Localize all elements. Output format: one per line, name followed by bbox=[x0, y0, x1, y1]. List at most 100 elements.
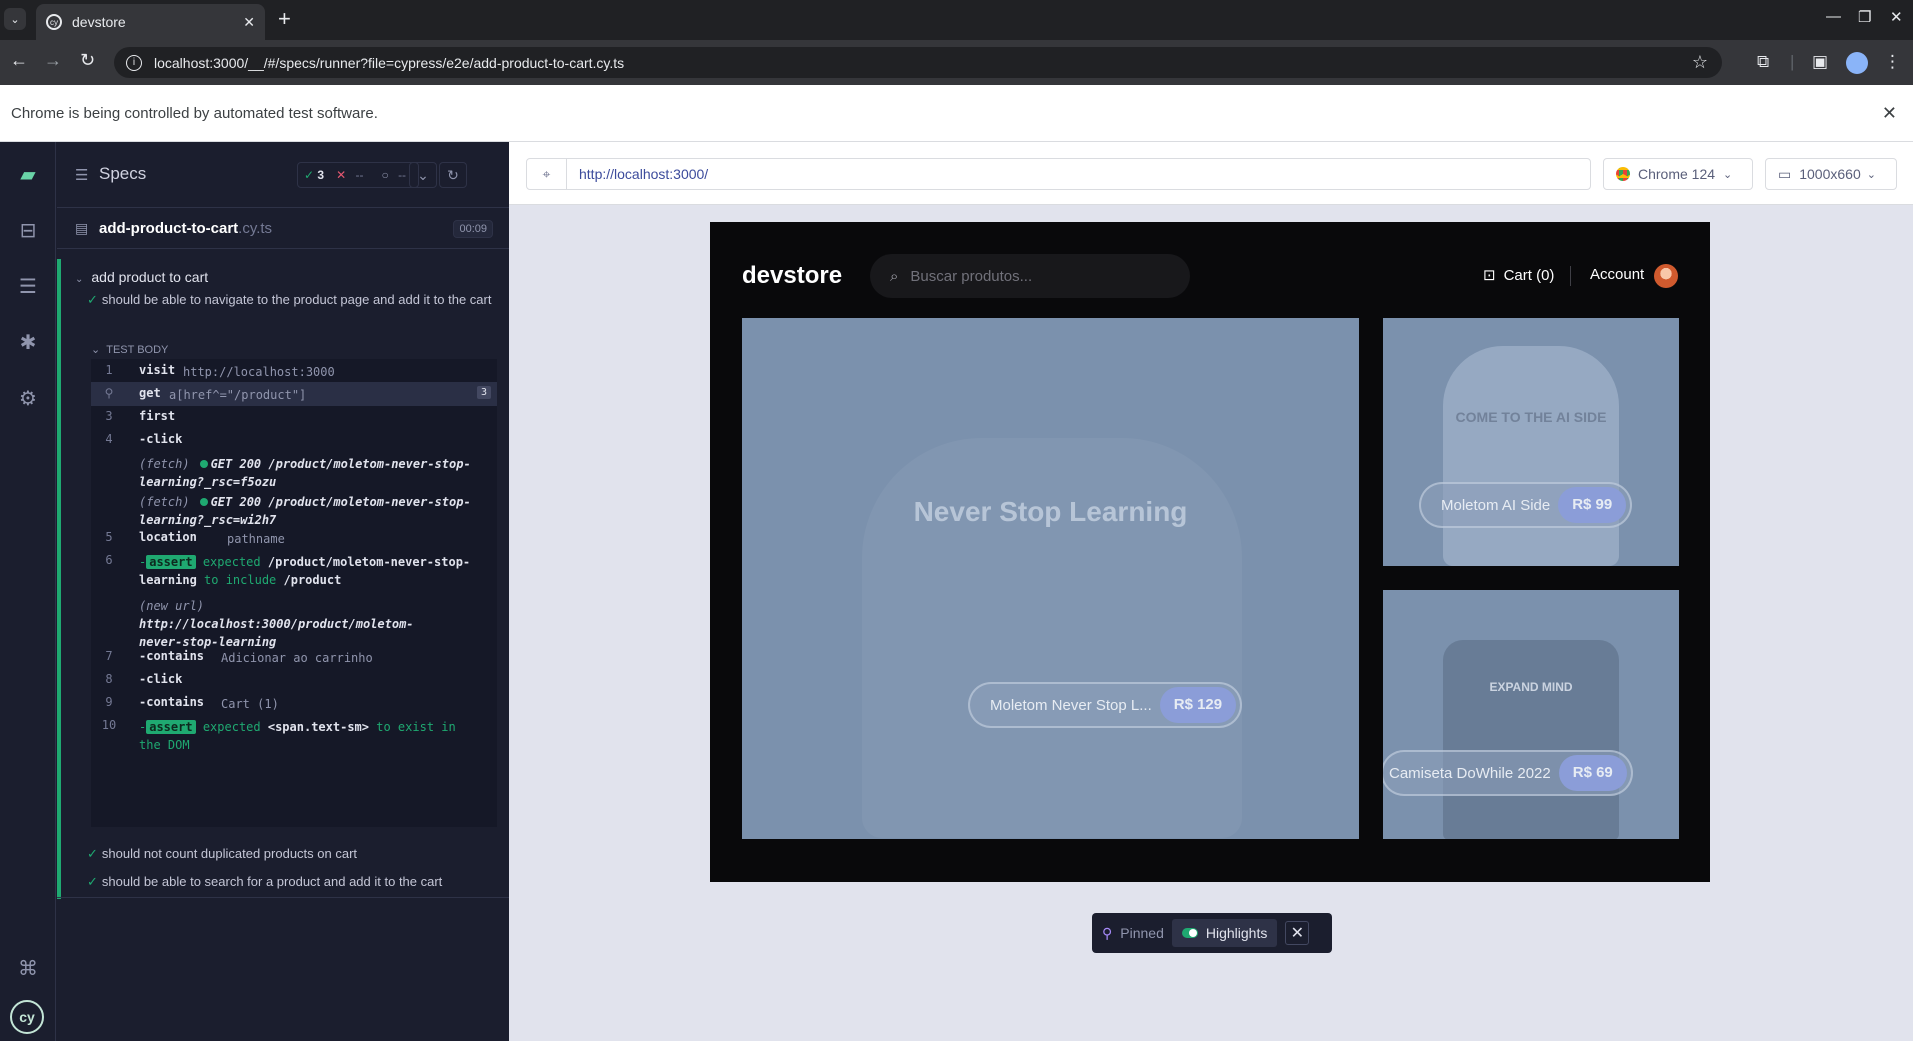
cart-widget[interactable]: ⊡ Cart (0) bbox=[1483, 266, 1554, 284]
product-card-featured[interactable]: Never Stop Learning Moletom Never Stop L… bbox=[742, 318, 1359, 839]
viewport-size: 1000x660 bbox=[1799, 166, 1861, 182]
assert-row[interactable]: 10 - assert expected <span.text-sm> to ex… bbox=[91, 718, 497, 754]
forward-icon[interactable]: → bbox=[44, 50, 62, 71]
command-row[interactable]: 7 -contains Adicionar ao carrinho bbox=[91, 649, 497, 669]
assert-tag: assert bbox=[146, 720, 196, 734]
command-number: 1 bbox=[105, 363, 113, 377]
project-icon[interactable]: ▰ bbox=[16, 162, 40, 186]
status-dot-icon bbox=[199, 498, 208, 506]
command-message: pathname bbox=[227, 532, 285, 546]
test-body-label[interactable]: ⌄ TEST BODY bbox=[91, 343, 168, 356]
extensions-icon[interactable]: ⧉ bbox=[1757, 52, 1769, 72]
failed-stat: ✕ -- bbox=[336, 168, 364, 182]
product-print-text: COME TO THE AI SIDE bbox=[1455, 409, 1607, 425]
selector-playground-icon[interactable]: ⌖ bbox=[527, 159, 567, 189]
assert-message: - assert expected /product/moletom-never-… bbox=[139, 555, 471, 587]
command-row[interactable]: 4 -click bbox=[91, 432, 497, 452]
cypress-logo-icon[interactable]: cy bbox=[10, 1000, 44, 1034]
search-placeholder: Buscar produtos... bbox=[910, 267, 1033, 285]
specs-list-icon[interactable]: ☰ bbox=[75, 166, 88, 184]
command-row[interactable]: 1 visit http://localhost:3000 bbox=[91, 363, 497, 383]
unpin-close-icon[interactable]: ✕ bbox=[1285, 921, 1310, 945]
product-card[interactable]: COME TO THE AI SIDE Moletom AI Side R$ 9… bbox=[1383, 318, 1679, 566]
profile-avatar[interactable] bbox=[1846, 52, 1868, 74]
side-panel-icon[interactable]: ▣ bbox=[1812, 52, 1828, 72]
command-row[interactable]: 9 -contains Cart (1) bbox=[91, 695, 497, 715]
bag-icon: ⊡ bbox=[1483, 267, 1496, 284]
cypress-favicon-icon: cy bbox=[46, 14, 62, 30]
tab-title: devstore bbox=[72, 14, 126, 30]
avatar[interactable] bbox=[1654, 264, 1678, 288]
runs-nav-icon[interactable]: ☰ bbox=[16, 274, 40, 298]
browser-name: Chrome 124 bbox=[1638, 166, 1716, 182]
specs-nav-icon[interactable]: ⊟ bbox=[16, 218, 40, 242]
price-tag: Camiseta DoWhile 2022 R$ 69 bbox=[1383, 750, 1633, 796]
assert-message: - assert expected <span.text-sm> to exist… bbox=[139, 720, 456, 752]
test-title[interactable]: ✓ should be able to navigate to the produ… bbox=[87, 291, 497, 309]
command-message: http://localhost:3000 bbox=[183, 365, 335, 379]
account-link[interactable]: Account bbox=[1590, 266, 1644, 283]
chrome-menu-icon[interactable]: ⋮ bbox=[1884, 52, 1901, 72]
pinned-snapshot-bar: ⚲ Pinned Highlights ✕ bbox=[1092, 913, 1332, 953]
suite-title[interactable]: ⌄ add product to cart bbox=[75, 269, 208, 285]
aut-url[interactable]: http://localhost:3000/ bbox=[567, 166, 708, 182]
command-number: 7 bbox=[105, 649, 113, 663]
cypress-sidebar: ▰ ⊟ ☰ ✱ ⚙ ⌘ cy bbox=[0, 142, 56, 1041]
highlights-toggle[interactable]: Highlights bbox=[1171, 919, 1278, 947]
store-header: devstore ⌕ Buscar produtos... ⊡ Cart (0) … bbox=[710, 222, 1710, 318]
command-name: visit bbox=[139, 363, 176, 377]
browser-selector[interactable]: Chrome 124 ⌄ bbox=[1603, 158, 1753, 190]
pass-check-icon: ✓ bbox=[87, 292, 98, 307]
store-logo[interactable]: devstore bbox=[742, 262, 842, 290]
pass-check-icon: ✓ bbox=[87, 846, 98, 861]
fetch-log-row[interactable]: (fetch) GET 200 /product/moletom-never-st… bbox=[91, 493, 497, 529]
command-message: a[href^="/product"] bbox=[169, 388, 307, 402]
spec-file-row: ▤ add-product-to-cart.cy.ts 00:09 bbox=[57, 207, 509, 249]
command-row[interactable]: 3 first bbox=[91, 409, 497, 429]
new-tab-button[interactable]: + bbox=[278, 6, 291, 32]
test-title[interactable]: ✓ should not count duplicated products on… bbox=[87, 845, 497, 863]
viewport-selector[interactable]: ▭ 1000x660 ⌄ bbox=[1765, 158, 1897, 190]
status-dot-icon bbox=[199, 460, 208, 468]
window-close-icon[interactable]: ✕ bbox=[1890, 8, 1903, 26]
new-url-log-row[interactable]: (new url) http://localhost:3000/product/… bbox=[91, 597, 497, 649]
assert-tag: assert bbox=[146, 555, 196, 569]
settings-gear-icon[interactable]: ⚙ bbox=[16, 386, 40, 410]
keyboard-shortcuts-icon[interactable]: ⌘ bbox=[16, 956, 40, 980]
command-row[interactable]: 5 location pathname bbox=[91, 530, 497, 550]
viewport-icon: ▭ bbox=[1778, 165, 1792, 182]
command-row-pinned[interactable]: ⚲ get a[href^="/product"] 3 bbox=[91, 382, 497, 406]
debug-nav-icon[interactable]: ✱ bbox=[16, 330, 40, 354]
rerun-icon[interactable]: ↻ bbox=[439, 162, 467, 188]
expand-collapse-icon[interactable]: ⌄ bbox=[409, 162, 437, 188]
price-tag: Moletom Never Stop L... R$ 129 bbox=[968, 682, 1243, 728]
command-number: 3 bbox=[105, 409, 113, 423]
pin-icon: ⚲ bbox=[104, 386, 114, 400]
new-url-message: (new url) http://localhost:3000/product/… bbox=[139, 599, 414, 649]
restore-icon[interactable]: ❐ bbox=[1858, 8, 1871, 26]
specs-label[interactable]: Specs bbox=[99, 164, 146, 184]
command-row[interactable]: 8 -click bbox=[91, 672, 497, 692]
site-info-icon[interactable]: i bbox=[126, 54, 142, 71]
file-icon: ▤ bbox=[75, 220, 89, 236]
chevron-down-icon: ⌄ bbox=[1866, 168, 1876, 181]
search-icon: ⌕ bbox=[890, 267, 899, 285]
command-number: 6 bbox=[105, 553, 113, 567]
infobar-text: Chrome is being controlled by automated … bbox=[11, 104, 378, 122]
tab-close-icon[interactable]: ✕ bbox=[243, 14, 255, 31]
command-number: 8 bbox=[105, 672, 113, 686]
tab-search-button[interactable]: ⌄ bbox=[4, 8, 26, 30]
back-icon[interactable]: ← bbox=[10, 50, 28, 71]
address-bar[interactable]: i localhost:3000/__/#/specs/runner?file=… bbox=[114, 47, 1722, 78]
assert-row[interactable]: 6 - assert expected /product/moletom-neve… bbox=[91, 553, 497, 589]
bookmark-star-icon[interactable]: ☆ bbox=[1692, 52, 1708, 73]
search-input[interactable]: ⌕ Buscar produtos... bbox=[870, 254, 1190, 298]
test-title[interactable]: ✓ should be able to search for a product … bbox=[87, 873, 497, 891]
fetch-log-row[interactable]: (fetch) GET 200 /product/moletom-never-st… bbox=[91, 455, 497, 491]
reload-icon[interactable]: ↻ bbox=[80, 50, 95, 71]
browser-tab[interactable]: cy devstore ✕ bbox=[36, 4, 265, 40]
infobar-close-icon[interactable]: ✕ bbox=[1882, 103, 1897, 124]
minimize-icon[interactable]: — bbox=[1826, 8, 1841, 25]
product-card[interactable]: EXPAND MIND Camiseta DoWhile 2022 R$ 69 bbox=[1383, 590, 1679, 839]
suite-runnable: ⌄ add product to cart ✓ should be able to … bbox=[57, 259, 509, 899]
